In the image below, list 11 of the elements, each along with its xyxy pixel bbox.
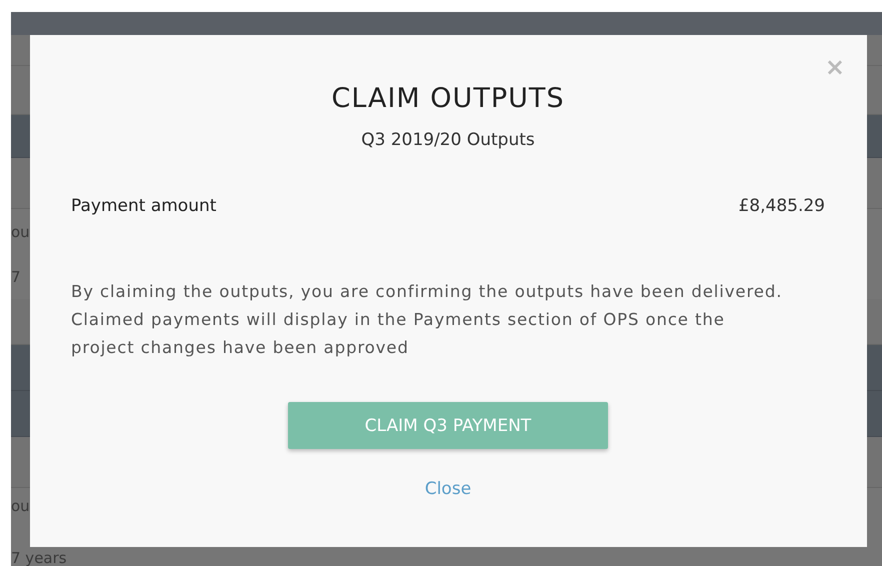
message-text: By claiming the outputs, you are confirming the outputs have been delivered. Claimed payments will display in the Payments section of OPS once the project changes have been approved — [71, 281, 784, 359]
table-cell: ou — [11, 222, 30, 240]
modal-subtitle: Q3 2019/20 Outputs — [361, 130, 535, 150]
modal-title: CLAIM OUTPUTS — [331, 83, 564, 114]
payment-label: Payment amount — [71, 196, 216, 216]
claim-button[interactable]: CLAIM Q3 PAYMENT — [288, 402, 608, 449]
table-cell: 7 years — [11, 550, 67, 566]
table-cell: 7 — [11, 268, 21, 286]
close-link[interactable]: Close — [424, 479, 472, 499]
table-cell: ou — [11, 498, 30, 514]
payment-amount: £8,485.29 — [738, 196, 825, 216]
